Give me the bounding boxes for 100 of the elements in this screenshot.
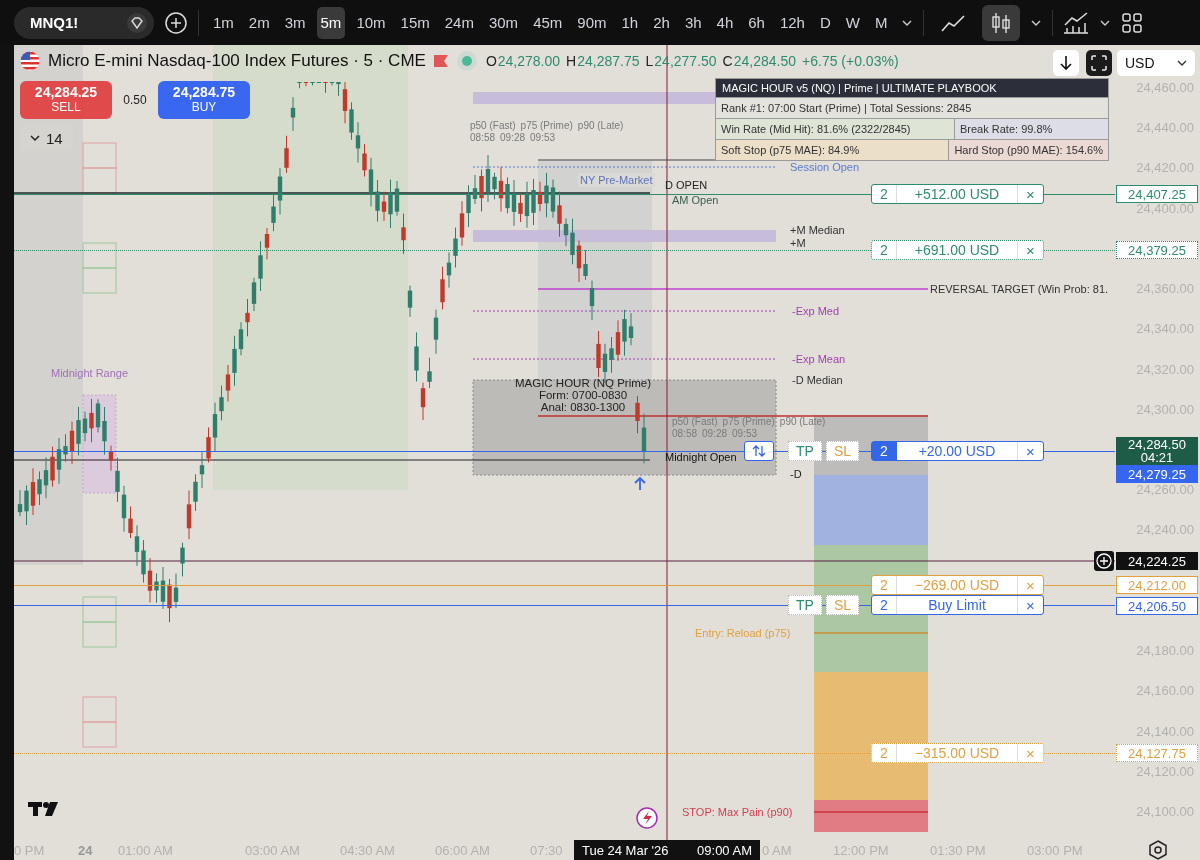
caret-icon: [30, 134, 40, 142]
session-note: MAGIC HOUR (NQ Prime): [514, 377, 652, 389]
time-label: 24: [78, 843, 93, 858]
interval-button[interactable]: D: [815, 6, 835, 39]
ohlc-value: L24,277.50: [645, 53, 717, 69]
session-note: Anal: 0830-1300: [540, 401, 626, 413]
pnl-label: Buy Limit: [927, 597, 987, 613]
interval-button[interactable]: 5m: [316, 6, 346, 39]
interval-button[interactable]: W: [841, 6, 864, 39]
interval-button[interactable]: 12h: [775, 6, 809, 39]
buy-button[interactable]: 24,284.75 BUY: [158, 81, 250, 119]
percentile-time: 09:28: [500, 132, 526, 144]
interval-button[interactable]: 1h: [617, 6, 643, 39]
table-cell: Hard Stop (p90 MAE): 154.6%: [949, 140, 1108, 160]
bracket-button[interactable]: TP: [788, 441, 822, 461]
logo-icon: [28, 802, 58, 816]
close-button[interactable]: ×: [1017, 442, 1043, 460]
symbol-search[interactable]: MNQ1!: [14, 6, 154, 39]
interval-button[interactable]: 1m: [209, 6, 238, 39]
interval-button[interactable]: 3h: [680, 6, 706, 39]
quantity-label: 2: [872, 596, 897, 614]
price-value: 24,407.25: [1128, 187, 1186, 201]
interval-button[interactable]: 24m: [440, 6, 478, 39]
level-label: Session Open: [790, 160, 860, 174]
indicators-icon[interactable]: [1063, 10, 1090, 35]
interval-button[interactable]: 45m: [529, 6, 567, 39]
level-label: D OPEN: [665, 178, 708, 192]
close-button[interactable]: ×: [1017, 596, 1043, 614]
price-value: 24,279.25: [1128, 467, 1186, 481]
bracket-button[interactable]: TP: [788, 595, 822, 615]
arrow-up-icon: [634, 476, 646, 491]
interval-button[interactable]: M: [871, 6, 892, 39]
interval-button[interactable]: 6h: [744, 6, 769, 39]
percentile-label: p50 (Fast): [672, 416, 718, 428]
countdown-value: 04:21: [1140, 451, 1174, 464]
spread-value: 0.50: [122, 93, 148, 107]
price-change: +6.75 (+0.03%): [802, 53, 899, 69]
line-chart-icon: [940, 12, 967, 33]
order-label[interactable]: 2 Buy Limit ×: [871, 595, 1044, 615]
percentile-time: 08:58: [672, 428, 698, 440]
date-label: Tue 24 Mar '26: [582, 842, 669, 858]
percentile-time: 09:53: [530, 132, 556, 144]
flag-marker-icon: [433, 55, 448, 67]
level-label: AM Open: [672, 193, 719, 207]
price-value: 24,284.50: [1128, 438, 1186, 451]
arrow-down-icon: [1059, 55, 1073, 71]
reverse-button[interactable]: [744, 441, 774, 461]
interval-button[interactable]: 3m: [280, 6, 310, 39]
level-label: Midnight Open: [665, 450, 737, 464]
interval-button[interactable]: 2h: [649, 6, 674, 39]
pnl-label: +512.00 USD: [913, 186, 1001, 202]
price-value: 24,127.75: [1128, 746, 1186, 760]
quantity-label: 2: [872, 576, 897, 594]
ohlc-value: O24,278.00: [485, 53, 561, 69]
level-label: -D: [790, 467, 802, 481]
candles-icon: [990, 10, 1013, 35]
percentile-label: p90 (Late): [577, 120, 624, 132]
level-label: REVERSAL TARGET (Win Prob: 81.: [930, 282, 1109, 296]
sell-button[interactable]: 24,284.25 SELL: [20, 81, 112, 119]
candle: [290, 96, 296, 132]
add-symbol-icon[interactable]: [164, 10, 188, 35]
order-label[interactable]: 2 +512.00 USD ×: [871, 184, 1044, 204]
pnl-label: +691.00 USD: [913, 242, 1001, 258]
ohlc-value: H 24,287.75: [566, 53, 640, 69]
layout-grid-icon[interactable]: [1121, 11, 1144, 34]
candles-button[interactable]: [982, 4, 1021, 41]
pnl-label: +20.00 USD: [917, 443, 997, 459]
price-value: 24,206.50: [1128, 599, 1186, 613]
lightning-icon[interactable]: [636, 807, 658, 829]
percentile-label: p50 (Fast): [470, 120, 516, 132]
fullscreen-button[interactable]: [1086, 50, 1112, 76]
interval-button[interactable]: 10m: [352, 6, 390, 39]
symbol-title: Micro E-mini Nasdaq-100 Index Futures · 5 · CME: [48, 51, 426, 71]
level-label: +M Median: [790, 223, 845, 237]
time-value: 09:00 AM: [697, 842, 752, 858]
level-label: Entry: Reload (p75): [695, 626, 791, 640]
interval-button[interactable]: 90m: [573, 6, 611, 39]
level-label: -D Median: [792, 373, 843, 387]
level-label: -Exp Med: [792, 304, 840, 318]
session-note: Form: 0700-0830: [538, 389, 628, 401]
interval-button[interactable]: 30m: [484, 6, 523, 39]
interval-button[interactable]: 2m: [244, 6, 274, 39]
scroll-down-button[interactable]: [1053, 50, 1079, 76]
interval-button[interactable]: 4h: [712, 6, 738, 39]
caret-icon: [1177, 59, 1187, 67]
interval-button[interactable]: 15m: [396, 6, 434, 39]
close-button[interactable]: ×: [1017, 241, 1043, 259]
plus-icon[interactable]: [1094, 551, 1114, 571]
quantity-label: 2: [872, 744, 897, 762]
level-label: STOP: Max Pain (p90): [682, 805, 793, 819]
level-label: NY Pre-Market: [578, 173, 655, 187]
level-label: -Exp Mean: [792, 352, 846, 366]
order-label[interactable]: 2 +20.00 USD ×: [871, 441, 1044, 461]
price-value: 24,212.00: [1128, 578, 1186, 592]
currency-dropdown[interactable]: USD: [1117, 50, 1195, 76]
level-label: +M: [790, 236, 806, 250]
percentile-time: 09:28: [702, 428, 728, 440]
settings-icon[interactable]: [1147, 840, 1168, 860]
close-button[interactable]: ×: [1017, 185, 1043, 203]
order-label[interactable]: 2 +691.00 USD ×: [871, 240, 1044, 260]
